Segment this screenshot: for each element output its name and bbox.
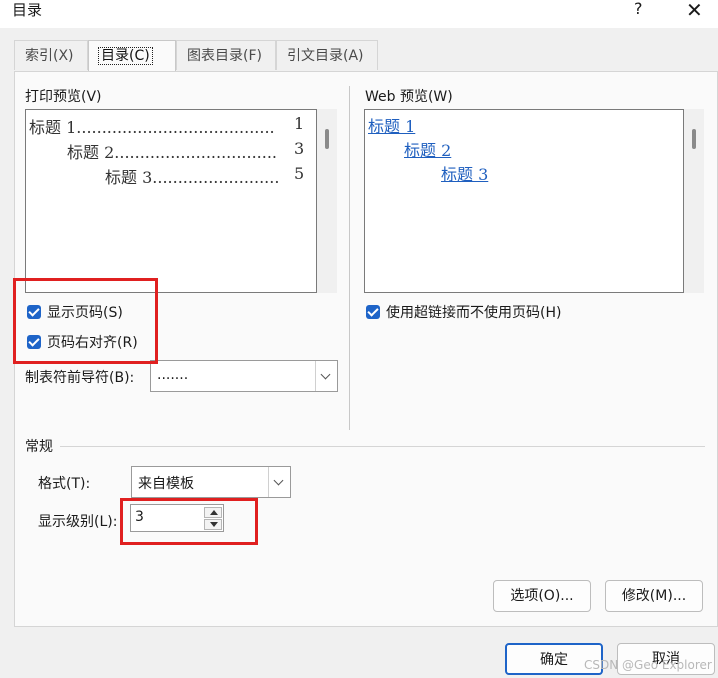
tab-index[interactable]: 索引(X) (14, 40, 88, 70)
web-preview-scrollbar[interactable] (684, 109, 704, 293)
print-heading-1: 标题 1....................................… (29, 118, 275, 137)
print-page-2: 3 (294, 139, 305, 158)
print-heading-3: 标题 3......................... (105, 168, 280, 187)
web-preview-scroll-thumb[interactable] (692, 129, 696, 149)
tab-toc-label: 目录(C) (98, 47, 153, 65)
chevron-down-icon[interactable] (315, 361, 337, 391)
general-section-rule (60, 446, 705, 447)
format-value: 来自模板 (138, 476, 194, 492)
tab-figures[interactable]: 图表目录(F) (176, 40, 276, 70)
column-divider (349, 86, 350, 430)
highlight-box-levels (120, 498, 258, 545)
format-label: 格式(T): (38, 476, 91, 492)
print-page-1: 1 (294, 114, 305, 133)
general-section-label: 常规 (25, 439, 53, 455)
web-preview-label: Web 预览(W) (365, 89, 453, 105)
modify-button[interactable]: 修改(M)... (605, 580, 703, 612)
chevron-down-icon[interactable] (268, 467, 290, 497)
format-select[interactable]: 来自模板 (131, 466, 291, 498)
print-page-3: 5 (294, 164, 305, 183)
watermark: CSDN @Geo Explorer (584, 658, 712, 672)
options-button[interactable]: 选项(O)... (493, 580, 591, 612)
help-button[interactable]: ? (634, 0, 643, 18)
print-preview-scroll-thumb[interactable] (325, 129, 329, 149)
print-preview-scrollbar[interactable] (317, 109, 337, 293)
web-link-heading-1[interactable]: 标题 1 (368, 113, 415, 137)
tab-leader-value: ....... (157, 367, 189, 383)
use-hyperlinks-checkbox[interactable] (366, 305, 380, 319)
print-heading-2: 标题 2................................ (67, 143, 278, 162)
tab-leader-select[interactable]: ....... (150, 360, 338, 392)
tab-leader-label: 制表符前导符(B): (25, 370, 135, 386)
tab-citations[interactable]: 引文目录(A) (276, 40, 378, 70)
levels-label: 显示级别(L): (38, 514, 118, 530)
highlight-box-checkboxes (13, 278, 158, 364)
dialog-title: 目录 (12, 1, 43, 19)
use-hyperlinks-label[interactable]: 使用超链接而不使用页码(H) (386, 302, 561, 322)
print-preview-label: 打印预览(V) (25, 89, 102, 105)
print-preview-box: 标题 1....................................… (25, 109, 317, 293)
close-button[interactable]: ✕ (686, 0, 703, 22)
web-preview-box: 标题 1 标题 2 标题 3 (364, 109, 684, 293)
web-link-heading-2[interactable]: 标题 2 (404, 137, 451, 161)
tab-toc[interactable]: 目录(C) (88, 40, 176, 72)
web-link-heading-3[interactable]: 标题 3 (441, 161, 488, 185)
title-bar (0, 0, 718, 28)
